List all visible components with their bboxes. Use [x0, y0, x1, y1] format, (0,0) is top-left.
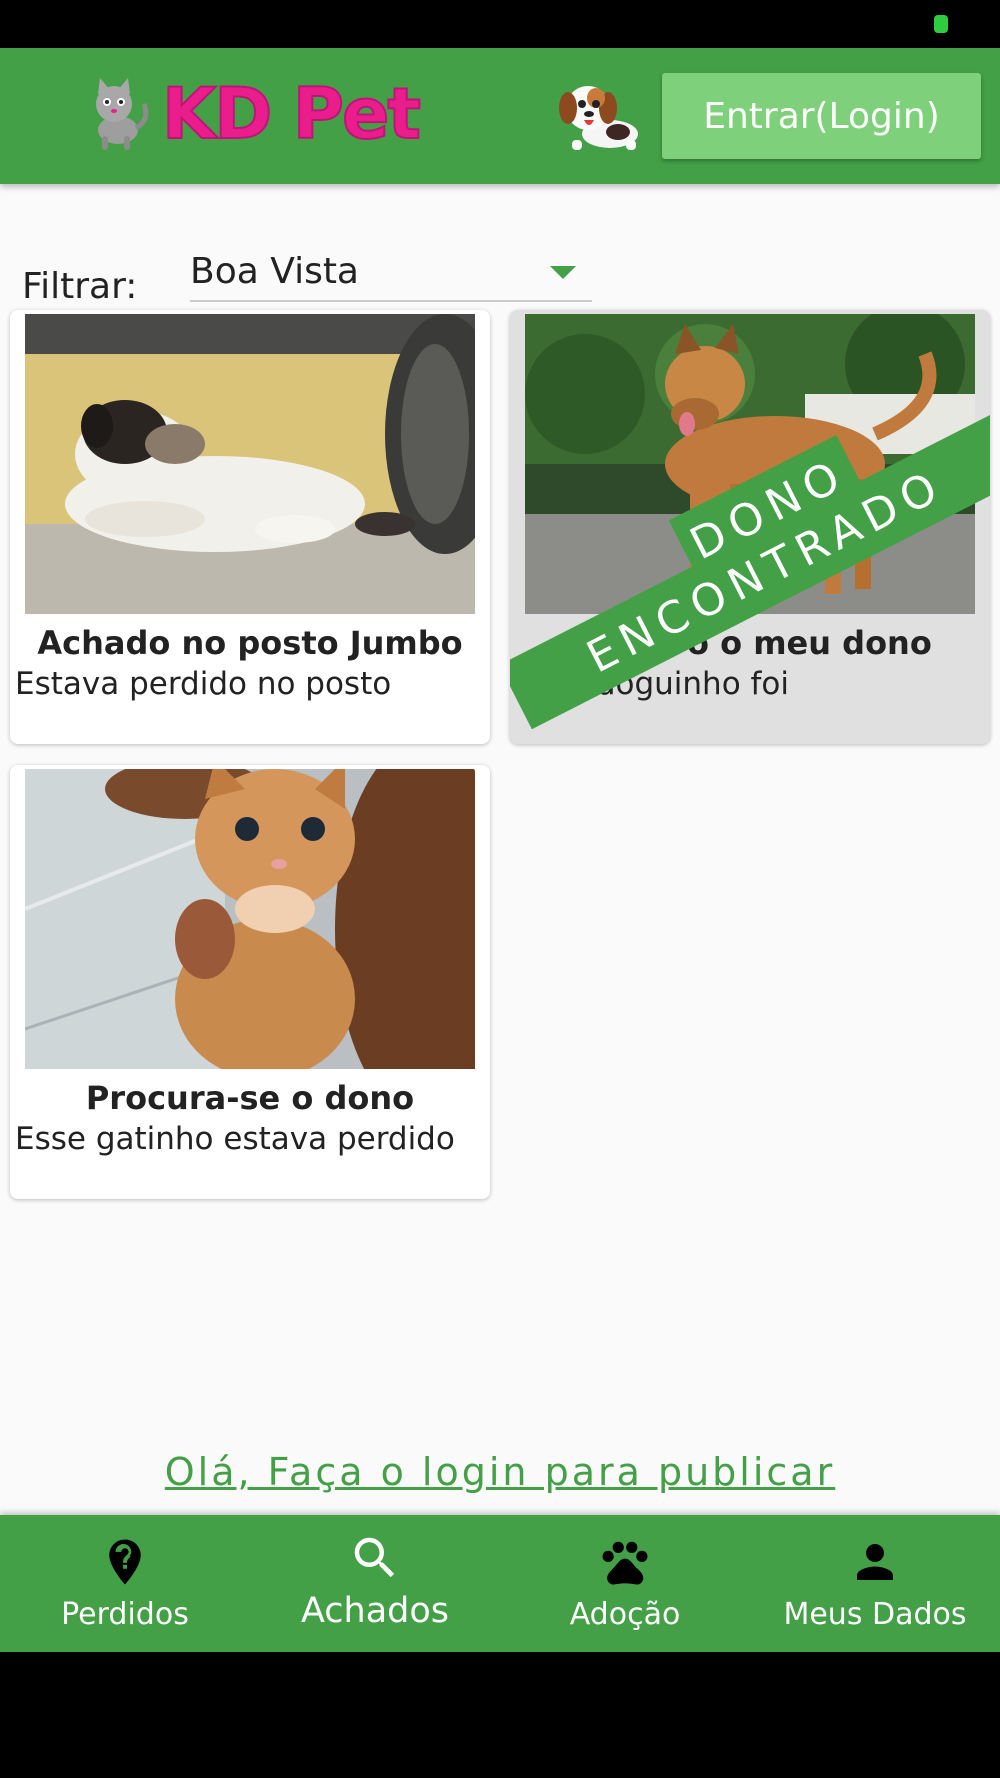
- pet-card[interactable]: Procura-se o dono Esse gatinho estava pe…: [10, 765, 490, 1199]
- card-description: Esse doguinho foi: [515, 666, 790, 702]
- app-logo-text: KD Pet: [161, 73, 422, 155]
- nav-label: Perdidos: [61, 1597, 189, 1632]
- person-icon: [857, 1544, 893, 1580]
- nav-label: Adoção: [569, 1597, 681, 1632]
- card-description: Esse gatinho estava perdido: [15, 1121, 455, 1157]
- pet-photo-orange-kitten: [25, 769, 475, 1069]
- nav-tab-meus-dados[interactable]: Meus Dados: [750, 1515, 1000, 1652]
- city-filter-dropdown[interactable]: Boa Vista: [190, 246, 592, 302]
- nav-tab-perdidos[interactable]: Perdidos: [0, 1515, 250, 1652]
- card-title: Achado no posto Jumbo: [37, 624, 463, 662]
- location-question-icon: [109, 1539, 141, 1585]
- paw-icon: [602, 1541, 648, 1585]
- pet-card[interactable]: Achado no posto Jumbo Estava perdido no …: [10, 310, 490, 744]
- search-icon: [354, 1537, 395, 1578]
- system-navigation-bar: [0, 1652, 1000, 1778]
- filter-selected-value: Boa Vista: [190, 251, 359, 292]
- login-button[interactable]: Entrar(Login): [662, 73, 981, 159]
- app-logo: KD Pet: [74, 73, 422, 155]
- battery-icon: [934, 15, 948, 33]
- pet-card[interactable]: Procuro o meu dono Esse doguinho foi DON…: [510, 310, 990, 744]
- login-to-publish-link[interactable]: Olá, Faça o login para publicar: [0, 1450, 1000, 1494]
- dropdown-arrow-icon: [550, 266, 576, 279]
- dog-mascot-icon: [559, 86, 638, 150]
- card-title: Procuro o meu dono: [568, 624, 932, 662]
- nav-label: Achados: [300, 1591, 450, 1631]
- card-title: Procura-se o dono: [85, 1079, 415, 1117]
- app-screen: KD Pet Entrar(Login) Filtrar: Boa Vista: [0, 48, 1000, 1652]
- pet-photo-dog-under-car: [25, 314, 475, 614]
- app-bar: KD Pet Entrar(Login): [0, 48, 1000, 184]
- card-description: Estava perdido no posto: [15, 666, 392, 702]
- cat-mascot-icon: [96, 78, 149, 150]
- pet-photo-brown-dog: [525, 314, 975, 614]
- nav-tab-adocao[interactable]: Adoção: [500, 1515, 750, 1652]
- nav-tab-achados[interactable]: Achados: [250, 1515, 500, 1652]
- bottom-navigation: Perdidos Achados Adoção Meus Dados: [0, 1515, 1000, 1652]
- filter-label: Filtrar:: [22, 266, 138, 307]
- nav-label: Meus Dados: [783, 1597, 967, 1632]
- system-status-bar: [0, 0, 1000, 48]
